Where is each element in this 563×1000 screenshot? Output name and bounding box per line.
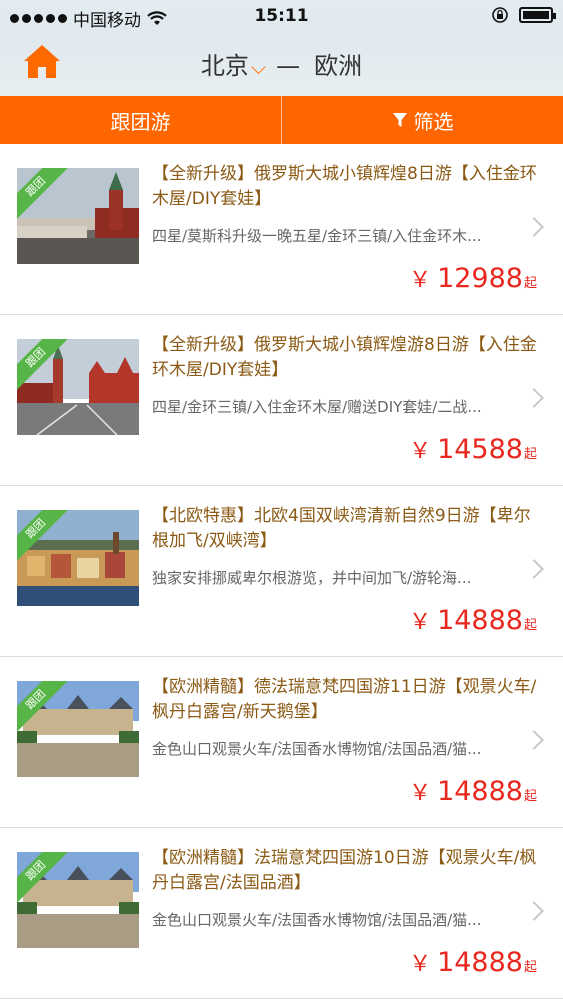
product-description: 金色山口观景火车/法国香水博物馆/法国品酒/猫... xyxy=(152,911,482,929)
product-item[interactable]: 跟团 【全新升级】俄罗斯大城小镇辉煌8日游【入住金环木屋/DIY套娃】 四星/莫… xyxy=(0,144,563,315)
product-item[interactable]: 跟团 【欧洲精髓】法瑞意梵四国游10日游【观景火车/枫丹白露宫/法国品酒】 金色… xyxy=(0,828,563,999)
header: 北京 ⌵ — 欧洲 xyxy=(0,32,563,96)
product-price: ￥ 14888 起 xyxy=(409,775,537,807)
price-suffix: 起 xyxy=(523,789,537,804)
currency-symbol: ￥ xyxy=(409,439,432,464)
price-value: 14888 xyxy=(437,776,523,807)
product-item[interactable]: 跟团 【全新升级】俄罗斯大城小镇辉煌游8日游【入住金环木屋/DIY套娃】 四星/… xyxy=(0,315,563,486)
product-thumbnail: 跟团 xyxy=(17,852,139,948)
currency-symbol: ￥ xyxy=(409,268,432,293)
price-value: 14888 xyxy=(437,947,523,978)
tab-bar: 跟团游 筛选 xyxy=(0,96,563,144)
product-description: 独家安排挪威卑尔根游览，并中间加飞/游轮海... xyxy=(152,569,472,587)
product-description: 金色山口观景火车/法国香水博物馆/法国品酒/猫... xyxy=(152,740,482,758)
destination-region[interactable]: 欧洲 xyxy=(314,52,362,80)
route-separator: — xyxy=(276,52,301,80)
product-title: 【欧洲精髓】德法瑞意梵四国游11日游【观景火车/枫丹白露宫/新天鹅堡】 xyxy=(152,677,537,722)
tab-group-tour[interactable]: 跟团游 xyxy=(0,96,281,144)
battery-icon xyxy=(519,7,556,23)
chevron-right-icon xyxy=(524,901,544,921)
tab-group-tour-label: 跟团游 xyxy=(110,109,171,134)
product-description: 四星/莫斯科升级一晚五星/金环三镇/入住金环木... xyxy=(152,227,482,245)
clock: 15:11 xyxy=(254,6,309,26)
product-price: ￥ 12988 起 xyxy=(409,262,537,294)
product-price: ￥ 14888 起 xyxy=(409,946,537,978)
route-selector[interactable]: 北京 ⌵ — 欧洲 xyxy=(0,46,563,81)
product-thumbnail: 跟团 xyxy=(17,168,139,264)
chevron-right-icon xyxy=(524,559,544,579)
price-suffix: 起 xyxy=(523,447,537,462)
price-value: 14888 xyxy=(437,605,523,636)
price-suffix: 起 xyxy=(523,276,537,291)
price-suffix: 起 xyxy=(523,960,537,975)
departure-city[interactable]: 北京 xyxy=(201,52,249,80)
status-icons xyxy=(491,6,556,24)
product-price: ￥ 14588 起 xyxy=(409,433,537,465)
filter-icon xyxy=(392,113,407,127)
product-price: ￥ 14888 起 xyxy=(409,604,537,636)
chevron-right-icon xyxy=(524,217,544,237)
product-item[interactable]: 跟团 【欧洲精髓】德法瑞意梵四国游11日游【观景火车/枫丹白露宫/新天鹅堡】 金… xyxy=(0,657,563,828)
chevron-down-icon: ⌵ xyxy=(250,55,267,79)
tab-filter[interactable]: 筛选 xyxy=(282,96,563,144)
product-thumbnail: 跟团 xyxy=(17,510,139,606)
currency-symbol: ￥ xyxy=(409,952,432,977)
price-value: 14588 xyxy=(437,434,523,465)
status-bar: 中国移动 15:11 xyxy=(0,0,563,32)
product-description: 四星/金环三镇/入住金环木屋/赠送DIY套娃/二战... xyxy=(152,398,482,416)
chevron-right-icon xyxy=(524,388,544,408)
currency-symbol: ￥ xyxy=(409,610,432,635)
chevron-right-icon xyxy=(524,730,544,750)
tab-filter-label: 筛选 xyxy=(413,109,454,134)
product-item[interactable]: 跟团 【北欧特惠】北欧4国双峡湾清新自然9日游【卑尔根加飞/双峡湾】 独家安排挪… xyxy=(0,486,563,657)
product-title: 【全新升级】俄罗斯大城小镇辉煌8日游【入住金环木屋/DIY套娃】 xyxy=(152,164,537,209)
price-suffix: 起 xyxy=(523,618,537,633)
price-value: 12988 xyxy=(437,263,523,294)
currency-symbol: ￥ xyxy=(409,781,432,806)
product-thumbnail: 跟团 xyxy=(17,681,139,777)
product-title: 【北欧特惠】北欧4国双峡湾清新自然9日游【卑尔根加飞/双峡湾】 xyxy=(152,506,531,551)
product-title: 【全新升级】俄罗斯大城小镇辉煌游8日游【入住金环木屋/DIY套娃】 xyxy=(152,335,537,380)
product-list: 跟团 【全新升级】俄罗斯大城小镇辉煌8日游【入住金环木屋/DIY套娃】 四星/莫… xyxy=(0,144,563,999)
product-thumbnail: 跟团 xyxy=(17,339,139,435)
product-title: 【欧洲精髓】法瑞意梵四国游10日游【观景火车/枫丹白露宫/法国品酒】 xyxy=(152,848,537,893)
rotation-lock-icon xyxy=(492,7,508,23)
